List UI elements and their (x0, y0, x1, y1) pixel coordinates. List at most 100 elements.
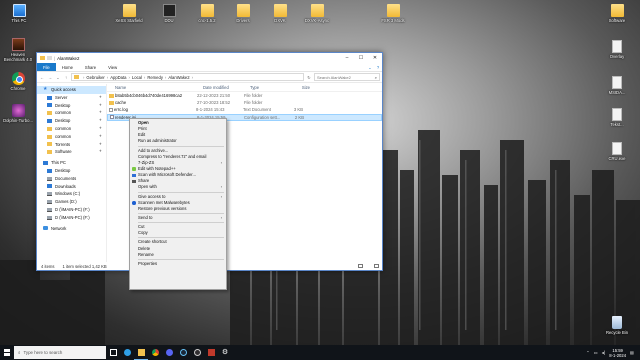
start-button[interactable] (0, 345, 14, 360)
desktop-icon-recycle-bin[interactable]: Recycle Bin (600, 316, 634, 335)
tab-home[interactable]: Home (56, 63, 79, 71)
refresh-icon[interactable]: ↻ (306, 75, 312, 80)
address-field[interactable]: › Gebruiker › AppData › Local › Remedy ›… (71, 73, 304, 81)
nav-pc-downloads[interactable]: Downloads (37, 183, 106, 191)
taskbar-search-box[interactable]: ⌕ Type here to search (14, 346, 106, 359)
folder-icon (109, 93, 114, 98)
text-file-icon (109, 107, 113, 112)
taskbar-edge[interactable] (120, 345, 134, 360)
clock[interactable]: 15:59 8-1-2024 (609, 348, 626, 358)
breadcrumb-remedy[interactable]: Remedy (147, 75, 163, 80)
file-row[interactable]: b8ab5b4cb046b4d740de416998ca2 22-12-2023… (107, 92, 382, 99)
breadcrumb-appdata[interactable]: AppData (110, 75, 126, 80)
nav-pc-windows-c[interactable]: Windows (C:) (37, 190, 106, 198)
nav-pinned-common[interactable]: common ✈ (37, 109, 106, 117)
desktop-icon-msida[interactable]: MSIDA... (600, 76, 634, 95)
desktop-icon-cnc[interactable]: cnc-1.5.2 (190, 4, 224, 23)
tray-overflow-icon[interactable]: ⌃ (586, 350, 590, 355)
nav-pinned-desktop-2[interactable]: Desktop ✈ (37, 117, 106, 125)
taskbar-obs[interactable] (190, 345, 204, 360)
nav-pc-network-drive-2[interactable]: D (\\MAIN-PC) (F:) (37, 214, 106, 222)
taskbar-app[interactable] (204, 345, 218, 360)
desktop-icon-fsr3-mods[interactable]: FSR 3 Mods (376, 4, 410, 23)
desktop-icon-software[interactable]: Software (600, 4, 634, 23)
desktop-icon-this-pc[interactable]: This PC (2, 4, 36, 23)
desktop-icon-tekst[interactable]: Tekst... (600, 108, 634, 127)
column-date-modified[interactable]: Date modified (203, 85, 250, 90)
notifications-icon[interactable]: ▤ (630, 350, 634, 355)
this-pc-icon (12, 4, 26, 17)
column-size[interactable]: Size (290, 85, 310, 90)
taskbar-discord[interactable] (162, 345, 176, 360)
nav-pc-desktop[interactable]: Desktop (37, 167, 106, 175)
forward-arrow-icon[interactable]: → (47, 75, 53, 80)
task-view-button[interactable] (106, 345, 120, 360)
desktop-icon-chrome[interactable]: Chrome (1, 72, 35, 91)
nav-pc-documents[interactable]: Documents (37, 175, 106, 183)
documents-icon (47, 176, 52, 181)
search-input[interactable]: Search AlanWake2 ⌕ (314, 73, 380, 81)
nav-pinned-server[interactable]: Server ✈ (37, 94, 106, 102)
taskbar-chrome[interactable] (148, 345, 162, 360)
close-button[interactable]: ✕ (368, 53, 382, 63)
menu-item-copy[interactable]: Copy (130, 230, 226, 236)
nav-network[interactable]: Network (37, 225, 106, 233)
menu-item-open-with[interactable]: Open with › (130, 184, 226, 190)
taskbar-file-explorer[interactable] (134, 345, 148, 360)
desktop-icon-dxvk[interactable]: DXVK (263, 4, 297, 23)
minimize-button[interactable]: – (340, 53, 354, 63)
taskbar-settings[interactable]: ⚙ (218, 345, 232, 360)
desktop-icon-overlay[interactable]: Overlay (600, 40, 634, 59)
menu-item-restore-previous-versions[interactable]: Restore previous versions (130, 206, 226, 212)
tab-file[interactable]: File (37, 63, 56, 71)
large-icons-view-icon[interactable] (374, 264, 379, 268)
breadcrumb-local[interactable]: Local (132, 75, 142, 80)
help-icon[interactable]: ? (374, 63, 382, 71)
nav-pinned-common-3[interactable]: common ✈ (37, 133, 106, 141)
nav-pinned-common-2[interactable]: common ✈ (37, 125, 106, 133)
folder-icon (122, 4, 136, 17)
menu-item-properties[interactable]: Properties (130, 261, 226, 267)
desktop-icon-drivers[interactable]: Drivers (226, 4, 260, 23)
nav-pc-network-drive-1[interactable]: D (\\MAIN-PC) (F:) (37, 206, 106, 214)
tab-share[interactable]: Share (79, 63, 102, 71)
column-type[interactable]: Type (250, 85, 290, 90)
expand-ribbon-icon[interactable]: ⌄ (366, 63, 374, 71)
taskbar-search-placeholder: Type here to search (23, 350, 63, 355)
nav-pinned-torrents[interactable]: Torrents ✈ (37, 141, 106, 149)
star-icon: ★ (43, 86, 48, 93)
taskbar-steam[interactable] (176, 345, 190, 360)
recent-locations-icon[interactable]: ⌄ (55, 75, 61, 80)
nav-pc-games-d[interactable]: Games (D:) (37, 198, 106, 206)
up-arrow-icon[interactable]: ↑ (63, 75, 69, 80)
volume-icon[interactable]: ◂) (602, 350, 606, 355)
network-icon[interactable]: ▭ (594, 350, 598, 355)
desktop-icon-xess-starfield[interactable]: XeSS Starfield (112, 4, 146, 23)
desktop-icon-heaven-benchmark[interactable]: Heaven Benchmark 4.0 (1, 38, 35, 62)
menu-item-send-to[interactable]: Send to › (130, 215, 226, 221)
desktop-icon-ddu[interactable]: DDU (152, 4, 186, 23)
menu-item-run-as-administrator[interactable]: Run as administrator (130, 138, 226, 144)
nav-pinned-software[interactable]: Software ✈ (37, 148, 106, 156)
pin-icon: ✈ (98, 110, 102, 115)
nav-quick-access[interactable]: ★ Quick access (37, 86, 106, 94)
nav-this-pc[interactable]: This PC (37, 159, 106, 167)
column-name[interactable]: Name (115, 85, 203, 90)
quick-access-toolbar-icon[interactable] (47, 56, 52, 60)
maximize-button[interactable]: ☐ (354, 53, 368, 63)
clock-date: 8-1-2024 (609, 352, 627, 358)
file-row[interactable]: errc.log 8-1-2024 15:43 Text Document 3 … (107, 106, 382, 113)
def-icon (132, 173, 136, 178)
nav-pinned-desktop[interactable]: Desktop ✈ (37, 102, 106, 110)
desktop-icon-dxvk-async[interactable]: DXVK-Async (300, 4, 334, 23)
file-row[interactable]: cache 27-10-2023 18:52 File folder (107, 99, 382, 106)
tab-view[interactable]: View (102, 63, 123, 71)
desktop-icon-dolphin[interactable]: Dolphin-Turbo... (1, 104, 35, 123)
breadcrumb-gebruiker[interactable]: Gebruiker (86, 75, 104, 80)
breadcrumb-alanwake2[interactable]: AlanWake2 (168, 75, 189, 80)
title-bar[interactable]: | AlanWake2 – ☐ ✕ (37, 53, 382, 63)
desktop-icon-cru[interactable]: CRU.exe (600, 142, 634, 161)
back-arrow-icon[interactable]: ← (39, 75, 45, 80)
details-view-icon[interactable] (358, 264, 363, 268)
menu-item-rename[interactable]: Rename (130, 252, 226, 258)
